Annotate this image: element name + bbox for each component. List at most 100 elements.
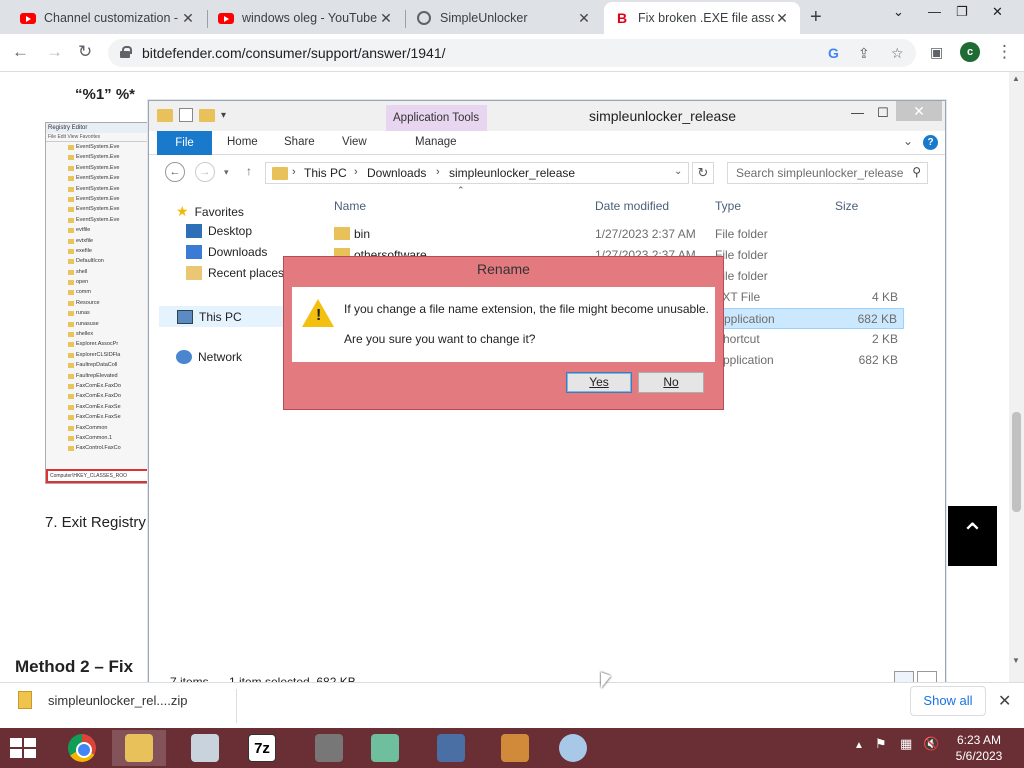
- address-bar[interactable]: › This PC › Downloads › simpleunlocker_r…: [265, 162, 689, 184]
- volume-muted-icon[interactable]: 🔇: [923, 736, 939, 752]
- share-icon[interactable]: ⇪: [858, 45, 870, 62]
- properties-icon[interactable]: [179, 108, 193, 122]
- video-editor-icon: [501, 734, 529, 762]
- new-folder-icon[interactable]: [199, 108, 215, 122]
- browser-tab-strip: Channel customization - ✕ windows oleg -…: [0, 0, 1024, 34]
- google-lens-icon[interactable]: G: [828, 45, 839, 61]
- tab-manage[interactable]: Manage: [415, 136, 457, 148]
- lock-icon[interactable]: [120, 46, 132, 58]
- new-tab-icon[interactable]: +: [810, 6, 822, 29]
- breadcrumb-separator-icon[interactable]: ›: [292, 166, 296, 178]
- close-window-icon[interactable]: ✕: [992, 4, 1003, 20]
- taskbar-performance-monitor[interactable]: [178, 730, 232, 766]
- tab-windows-oleg[interactable]: windows oleg - YouTube ✕: [208, 2, 404, 34]
- scroll-up-icon[interactable]: ▲: [1012, 74, 1020, 83]
- nav-desktop[interactable]: Desktop: [186, 224, 252, 238]
- breadcrumb-separator-icon[interactable]: ›: [354, 166, 358, 178]
- minimize-icon[interactable]: —: [851, 105, 864, 120]
- breadcrumb-this-pc[interactable]: This PC: [304, 166, 347, 180]
- customize-dropdown-icon[interactable]: ▾: [221, 110, 226, 121]
- tab-file[interactable]: File: [157, 131, 212, 155]
- taskbar-film-app[interactable]: [302, 730, 356, 766]
- help-icon[interactable]: ?: [923, 135, 938, 150]
- scroll-to-top-button[interactable]: ⌃: [948, 506, 997, 566]
- nav-network[interactable]: Network: [176, 350, 242, 364]
- nav-recent-places[interactable]: Recent places: [186, 266, 284, 280]
- expand-ribbon-icon[interactable]: ⌄: [903, 134, 913, 148]
- column-name-header[interactable]: Name: [334, 199, 366, 213]
- search-box[interactable]: Search simpleunlocker_release ⚲: [727, 162, 928, 184]
- scroll-down-icon[interactable]: ▼: [1012, 656, 1020, 665]
- taskbar-chrome[interactable]: [55, 730, 109, 766]
- bookmark-star-icon[interactable]: ☆: [891, 45, 904, 62]
- tab-home[interactable]: Home: [227, 136, 258, 148]
- tab-view[interactable]: View: [342, 136, 367, 148]
- close-download-bar-icon[interactable]: ✕: [998, 691, 1011, 711]
- registry-tree-row: FaxComEx.FaxDo: [46, 391, 150, 401]
- back-arrow-icon[interactable]: ←: [12, 42, 29, 62]
- dialog-body: ! If you change a file name extension, t…: [292, 287, 715, 362]
- taskbar-video-editor[interactable]: [488, 730, 542, 766]
- breadcrumb-downloads[interactable]: Downloads: [367, 166, 426, 180]
- column-size-header[interactable]: Size: [835, 199, 858, 213]
- menu-kebab-icon[interactable]: ⋮: [996, 42, 1013, 62]
- network-status-icon[interactable]: ▦: [900, 736, 912, 752]
- registry-tree-row: EventSystem.Eve: [46, 173, 150, 183]
- back-icon[interactable]: ←: [165, 162, 185, 182]
- tab-search-icon[interactable]: ⌄: [893, 4, 904, 20]
- taskbar-paint[interactable]: [546, 730, 600, 766]
- tab-fix-broken-exe[interactable]: B Fix broken .EXE file assoc ✕: [604, 2, 800, 34]
- close-window-button[interactable]: ✕: [896, 101, 942, 121]
- address-bar[interactable]: bitdefender.com/consumer/support/answer/…: [108, 39, 916, 67]
- taskbar-file-explorer[interactable]: [112, 730, 166, 766]
- breadcrumb-current-folder[interactable]: simpleunlocker_release: [449, 166, 575, 180]
- desktop-icon: [186, 224, 202, 238]
- registry-tree-row: EventSystem.Eve: [46, 215, 150, 225]
- chrome-icon: [68, 734, 96, 762]
- show-hidden-icons-icon[interactable]: ▲: [854, 740, 864, 751]
- column-date-header[interactable]: Date modified: [595, 199, 669, 213]
- column-type-header[interactable]: Type: [715, 199, 741, 213]
- rename-dialog: Rename ! If you change a file name exten…: [283, 256, 724, 410]
- close-tab-icon[interactable]: ✕: [576, 10, 592, 27]
- forward-arrow-icon[interactable]: →: [46, 42, 63, 62]
- action-center-flag-icon[interactable]: ⚑: [875, 736, 887, 752]
- network-icon: [176, 350, 192, 364]
- address-dropdown-icon[interactable]: ⌄: [674, 166, 682, 177]
- breadcrumb-separator-icon[interactable]: ›: [436, 166, 440, 178]
- refresh-icon[interactable]: ↻: [692, 162, 714, 184]
- taskbar-notes-app[interactable]: [358, 730, 412, 766]
- file-row[interactable]: bin 1/27/2023 2:37 AM File folder: [332, 224, 904, 245]
- tab-simpleunlocker[interactable]: SimpleUnlocker ✕: [406, 2, 602, 34]
- restore-icon[interactable]: ❐: [956, 4, 968, 20]
- side-panel-icon[interactable]: ▣: [930, 44, 943, 61]
- reload-icon[interactable]: ↻: [78, 42, 92, 62]
- system-clock[interactable]: 6:23 AM 5/6/2023: [946, 732, 1012, 764]
- yes-button[interactable]: Yes: [566, 372, 632, 393]
- no-button[interactable]: No: [638, 372, 704, 393]
- maximize-icon[interactable]: ☐: [877, 105, 889, 121]
- page-scrollbar[interactable]: ▲ ▼: [1009, 72, 1024, 682]
- taskbar-media-player[interactable]: [424, 730, 478, 766]
- 7zip-icon: 7z: [248, 734, 276, 762]
- download-item[interactable]: simpleunlocker_rel....zip: [18, 691, 187, 709]
- recent-locations-icon[interactable]: ▾: [224, 167, 229, 178]
- windows-start-icon[interactable]: [10, 738, 36, 758]
- tab-share[interactable]: Share: [284, 136, 315, 148]
- url-text[interactable]: bitdefender.com/consumer/support/answer/…: [142, 45, 446, 61]
- show-all-button[interactable]: Show all: [910, 686, 986, 716]
- minimize-icon[interactable]: —: [928, 4, 941, 19]
- scrollbar-thumb[interactable]: [1012, 412, 1021, 512]
- forward-icon[interactable]: →: [195, 162, 215, 182]
- film-reel-icon: [315, 734, 343, 762]
- close-tab-icon[interactable]: ✕: [180, 10, 196, 27]
- zip-file-icon: [18, 691, 32, 709]
- close-tab-icon[interactable]: ✕: [774, 10, 790, 27]
- nav-downloads[interactable]: Downloads: [186, 245, 267, 259]
- profile-avatar[interactable]: c: [960, 42, 980, 62]
- taskbar-7zip[interactable]: 7z: [235, 730, 289, 766]
- up-arrow-icon[interactable]: ↑: [246, 164, 252, 178]
- nav-favorites[interactable]: ★ Favorites: [176, 203, 244, 220]
- close-tab-icon[interactable]: ✕: [378, 10, 394, 27]
- tab-channel-customization[interactable]: Channel customization - ✕: [10, 2, 206, 34]
